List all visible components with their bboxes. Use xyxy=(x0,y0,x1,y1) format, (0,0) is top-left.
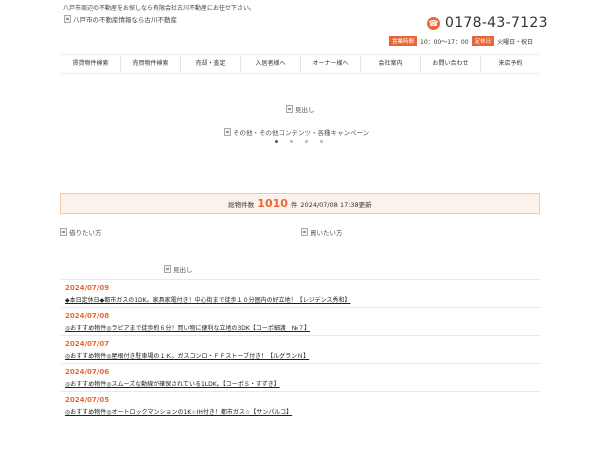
nav-item-tenants[interactable]: 入居者様へ xyxy=(241,55,301,73)
slider-dot[interactable] xyxy=(275,140,278,143)
broken-image-icon xyxy=(64,15,71,23)
nav-item-sell-appraisal[interactable]: 売却・査定 xyxy=(181,55,241,73)
phone-contact[interactable]: ☎ 0178-43-7123 xyxy=(427,15,548,31)
phone-number[interactable]: 0178-43-7123 xyxy=(445,15,548,31)
logo-alt-text: 八戸市の不動産情報なら古川不動産 xyxy=(73,16,177,24)
nav-item-reservation[interactable]: 来店予約 xyxy=(481,55,540,73)
phone-icon: ☎ xyxy=(427,16,440,30)
hours-label: 営業時間 xyxy=(389,36,418,46)
nav-item-owners[interactable]: オーナー様へ xyxy=(301,55,361,73)
slider-dots xyxy=(275,140,323,143)
nav-item-rent-search[interactable]: 賃貸物件検索 xyxy=(61,55,121,73)
property-count: 1010 xyxy=(257,197,288,210)
campaign-banner[interactable]: その他・その他コンテンツ・各種キャンペーン xyxy=(224,127,369,137)
slider-heading-image: 見出し xyxy=(286,104,315,114)
news-date: 2024/07/09 xyxy=(65,284,110,292)
news-link[interactable]: ◆本日定休日◆都市ガスの1DK。家具家電付き！中心街まで徒歩１０分圏内の好立地！… xyxy=(65,296,540,306)
updated-date: 2024/07/08 17:38更新 xyxy=(300,200,372,209)
news-link[interactable]: ◎おすすめ物件◎オートロックマンションの1K☆IH付き！都市ガス☆【サンパルコ】 xyxy=(65,408,540,418)
global-nav: 賃貸物件検索 売買物件検索 売却・査定 入居者様へ オーナー様へ 会社案内 お問… xyxy=(61,54,540,74)
nav-item-sale-search[interactable]: 売買物件検索 xyxy=(121,55,181,73)
slider-dot[interactable] xyxy=(305,140,308,143)
news-item: 2024/07/08 ◎おすすめ物件◎ラピアまで徒歩約６分！買い物に便利な立地の… xyxy=(61,307,540,335)
news-link[interactable]: ◎おすすめ物件◎屋根付き駐車場の１Ｋ。ガスコンロ・ＦＦストーブ付き！【ルグランＮ… xyxy=(65,352,540,362)
news-list: 2024/07/09 ◆本日定休日◆都市ガスの1DK。家具家電付き！中心街まで徒… xyxy=(61,279,540,419)
news-heading-alt: 見出し xyxy=(173,266,193,274)
closed-label: 定休日 xyxy=(471,36,495,46)
property-count-bar: 総物件数 1010 件 2024/07/08 17:38更新 xyxy=(60,193,540,214)
slider-dot[interactable] xyxy=(290,140,293,143)
broken-image-icon xyxy=(301,228,308,236)
news-item: 2024/07/09 ◆本日定休日◆都市ガスの1DK。家具家電付き！中心街まで徒… xyxy=(61,279,540,307)
broken-image-icon xyxy=(224,128,231,136)
news-link[interactable]: ◎おすすめ物件◎スムーズな動線が確保されている1LDK。【コーポＳ・すずき】 xyxy=(65,380,540,390)
slider-heading-alt: 見出し xyxy=(295,106,315,114)
buy-banner[interactable]: 買いたい方 xyxy=(301,227,343,237)
business-hours: 営業時間 10：00～17：00 定休日 火曜日・祝日 xyxy=(389,36,533,46)
rent-alt: 借りたい方 xyxy=(69,229,102,237)
news-date: 2024/07/07 xyxy=(65,340,110,348)
broken-image-icon xyxy=(60,228,67,236)
tagline: 八戸市周辺の不動産をお探しなら有限会社古川不動産にお任せ下さい。 xyxy=(63,5,256,12)
closed-value: 火曜日・祝日 xyxy=(497,38,534,46)
hours-value: 10：00～17：00 xyxy=(420,38,469,46)
news-date: 2024/07/06 xyxy=(65,368,110,376)
news-date: 2024/07/05 xyxy=(65,396,110,404)
buy-alt: 買いたい方 xyxy=(310,229,343,237)
slider-dot[interactable] xyxy=(320,140,323,143)
broken-image-icon xyxy=(164,265,171,273)
site-logo[interactable]: 八戸市の不動産情報なら古川不動産 xyxy=(64,14,177,24)
news-item: 2024/07/07 ◎おすすめ物件◎屋根付き駐車場の１Ｋ。ガスコンロ・ＦＦスト… xyxy=(61,335,540,363)
broken-image-icon xyxy=(286,105,293,113)
nav-item-company[interactable]: 会社案内 xyxy=(361,55,421,73)
news-item: 2024/07/05 ◎おすすめ物件◎オートロックマンションの1K☆IH付き！都… xyxy=(61,391,540,419)
campaign-alt: その他・その他コンテンツ・各種キャンペーン xyxy=(233,129,370,137)
nav-item-contact[interactable]: お問い合わせ xyxy=(421,55,481,73)
count-unit: 件 xyxy=(290,200,298,209)
rent-banner[interactable]: 借りたい方 xyxy=(60,227,102,237)
count-label: 総物件数 xyxy=(228,200,255,209)
news-link[interactable]: ◎おすすめ物件◎ラピアまで徒歩約６分！買い物に便利な立地の3DK【コーポ細渡 №… xyxy=(65,324,540,334)
news-item: 2024/07/06 ◎おすすめ物件◎スムーズな動線が確保されている1LDK。【… xyxy=(61,363,540,391)
news-heading-image: 見出し xyxy=(164,264,193,274)
news-date: 2024/07/08 xyxy=(65,312,110,320)
